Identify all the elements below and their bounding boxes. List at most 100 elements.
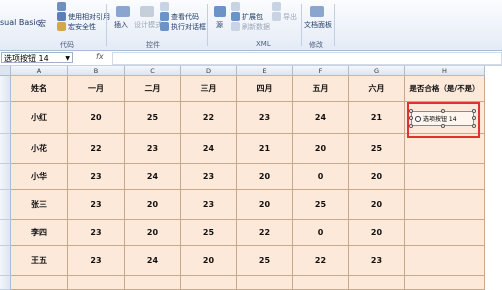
resize-handle[interactable]	[409, 109, 413, 113]
table-cell[interactable]: 23	[68, 246, 125, 276]
table-cell[interactable]: 22	[237, 220, 293, 246]
table-cell[interactable]: 25	[181, 220, 237, 246]
table-cell[interactable]	[181, 276, 237, 290]
column-header-b[interactable]: B	[68, 66, 125, 76]
refresh-data-icon[interactable]	[231, 22, 240, 31]
table-cell[interactable]: 25	[125, 102, 181, 134]
table-cell[interactable]: 20	[237, 190, 293, 220]
table-cell[interactable]: 23	[181, 164, 237, 190]
header-cell-name[interactable]: 姓名	[11, 76, 68, 102]
header-cell-jun[interactable]: 六月	[349, 76, 405, 102]
table-cell[interactable]: 20	[293, 134, 349, 164]
resize-handle[interactable]	[441, 109, 445, 113]
table-cell[interactable]	[11, 276, 68, 290]
table-cell[interactable]: 20	[68, 102, 125, 134]
formula-input[interactable]	[112, 52, 502, 65]
insert-control-icon[interactable]	[116, 6, 130, 17]
resize-handle[interactable]	[409, 124, 413, 128]
table-cell[interactable]: 22	[181, 102, 237, 134]
table-cell[interactable]: 24	[125, 246, 181, 276]
header-cell-apr[interactable]: 四月	[237, 76, 293, 102]
column-header-e[interactable]: E	[237, 66, 293, 76]
table-cell[interactable]: 24	[181, 134, 237, 164]
run-dialog-icon[interactable]	[160, 22, 169, 31]
expansion-pack-button[interactable]: 扩展包	[242, 12, 263, 22]
row-header[interactable]	[0, 134, 11, 164]
macro-security-icon[interactable]	[57, 22, 66, 31]
column-header-c[interactable]: C	[125, 66, 181, 76]
map-properties-icon[interactable]	[231, 2, 240, 11]
table-cell[interactable]	[405, 190, 485, 220]
table-cell[interactable]: 0	[293, 220, 349, 246]
table-cell[interactable]	[405, 246, 485, 276]
table-cell[interactable]: 22	[293, 246, 349, 276]
table-cell[interactable]: 20	[349, 220, 405, 246]
table-cell[interactable]: 23	[237, 102, 293, 134]
row-header[interactable]	[0, 76, 11, 102]
relative-reference-button[interactable]: 使用相对引用	[68, 12, 110, 22]
refresh-data-button[interactable]: 刷新数据	[242, 22, 270, 32]
table-cell[interactable]: 23	[181, 190, 237, 220]
table-cell[interactable]: 张三	[11, 190, 68, 220]
table-cell[interactable]: 22	[68, 134, 125, 164]
table-cell[interactable]	[349, 276, 405, 290]
row-header[interactable]	[0, 246, 11, 276]
table-cell[interactable]: 23	[68, 190, 125, 220]
table-cell[interactable]: 20	[237, 164, 293, 190]
macros-button[interactable]: 宏	[38, 18, 46, 29]
table-cell[interactable]: 24	[293, 102, 349, 134]
table-cell[interactable]	[405, 134, 485, 164]
header-cell-qualified[interactable]: 是否合格（是/不是）	[405, 76, 485, 102]
table-cell[interactable]: 21	[349, 102, 405, 134]
column-header-a[interactable]: A	[11, 66, 68, 76]
expansion-pack-icon[interactable]	[231, 12, 240, 21]
table-cell[interactable]: 20	[349, 164, 405, 190]
view-code-button[interactable]: 查看代码	[171, 12, 199, 22]
resize-handle[interactable]	[472, 109, 476, 113]
resize-handle[interactable]	[441, 124, 445, 128]
row-header[interactable]	[0, 220, 11, 246]
design-mode-button[interactable]: 设计模式	[134, 20, 162, 30]
table-cell[interactable]: 20	[125, 190, 181, 220]
table-cell[interactable]: 小红	[11, 102, 68, 134]
resize-handle[interactable]	[472, 124, 476, 128]
xml-source-button[interactable]: 源	[216, 20, 223, 30]
table-cell[interactable]	[405, 164, 485, 190]
document-panel-icon[interactable]	[310, 6, 324, 17]
table-cell[interactable]: 25	[293, 190, 349, 220]
column-header-d[interactable]: D	[181, 66, 237, 76]
design-mode-icon[interactable]	[140, 6, 154, 17]
table-cell[interactable]: 李四	[11, 220, 68, 246]
table-cell[interactable]	[405, 220, 485, 246]
record-macro-icon[interactable]	[57, 2, 66, 11]
export-button[interactable]: 导出	[283, 12, 297, 22]
fx-icon[interactable]: fx	[96, 52, 104, 61]
table-cell[interactable]: 25	[237, 246, 293, 276]
insert-control-button[interactable]: 插入	[114, 20, 128, 30]
macro-security-button[interactable]: 宏安全性	[68, 22, 96, 32]
table-cell[interactable]: 24	[125, 164, 181, 190]
import-icon[interactable]	[272, 2, 281, 11]
table-cell[interactable]: 0	[293, 164, 349, 190]
table-cell[interactable]: 23	[68, 220, 125, 246]
column-header-f[interactable]: F	[293, 66, 349, 76]
relative-reference-icon[interactable]	[57, 12, 66, 21]
select-all-corner[interactable]	[0, 66, 11, 76]
header-cell-may[interactable]: 五月	[293, 76, 349, 102]
table-cell[interactable]	[293, 276, 349, 290]
column-header-h[interactable]: H	[405, 66, 485, 76]
document-panel-button[interactable]: 文档面板	[304, 20, 332, 30]
table-cell[interactable]: 20	[125, 220, 181, 246]
view-code-icon[interactable]	[160, 12, 169, 21]
table-cell[interactable]	[405, 276, 485, 290]
header-cell-feb[interactable]: 二月	[125, 76, 181, 102]
visual-basic-button[interactable]: sual Basic	[0, 18, 40, 27]
table-cell[interactable]: 王五	[11, 246, 68, 276]
table-cell[interactable]: 23	[125, 134, 181, 164]
table-cell[interactable]	[68, 276, 125, 290]
row-header[interactable]	[0, 190, 11, 220]
table-cell[interactable]: 20	[181, 246, 237, 276]
chevron-down-icon[interactable]: ▼	[65, 53, 70, 64]
resize-handle[interactable]	[409, 116, 413, 120]
radio-icon[interactable]	[415, 115, 421, 122]
